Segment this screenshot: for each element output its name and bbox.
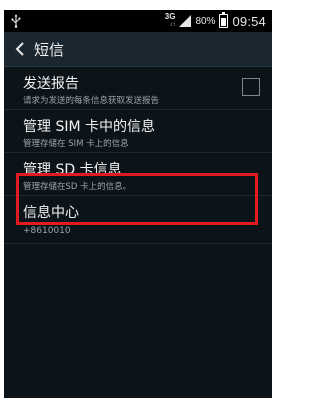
setting-subtitle: 管理存储在 SIM 卡上的信息: [23, 139, 129, 149]
setting-subtitle: 管理存储在SD 卡上的信息。: [23, 182, 132, 192]
status-bar: 3G ↓↑ 80% 09:54: [4, 10, 272, 32]
setting-subtitle: +8610010: [23, 226, 71, 236]
signal-icon: [179, 15, 192, 27]
battery-icon: [219, 12, 229, 28]
usb-icon: [11, 14, 21, 28]
chevron-left-icon: [15, 42, 24, 56]
settings-list: 发送报告 请求为发送的每条信息获取发送报告 管理 SIM 卡中的信息 管理存储在…: [4, 67, 272, 244]
setting-title: 发送报告: [23, 76, 79, 92]
setting-title: 管理 SIM 卡中的信息: [23, 119, 155, 135]
back-button[interactable]: [8, 32, 32, 66]
delivery-report-checkbox[interactable]: [242, 78, 260, 96]
setting-title: 管理 SD 卡信息: [23, 162, 122, 178]
setting-manage-sim-messages[interactable]: 管理 SIM 卡中的信息 管理存储在 SIM 卡上的信息: [4, 110, 272, 153]
setting-manage-sd-messages[interactable]: 管理 SD 卡信息 管理存储在SD 卡上的信息。: [4, 153, 272, 196]
battery-percent: 80%: [195, 15, 216, 27]
setting-message-center[interactable]: 信息中心 +8610010: [4, 196, 272, 244]
setting-delivery-report[interactable]: 发送报告 请求为发送的每条信息获取发送报告: [4, 67, 272, 110]
setting-title: 信息中心: [23, 205, 79, 221]
action-bar: 短信: [4, 32, 272, 67]
network-type: 3G: [164, 12, 176, 21]
screenshot-frame: 3G ↓↑ 80% 09:54 短信 发送报告 请求为发送的每条信息获取发送报告…: [0, 0, 278, 400]
network-activity-icon: ↓↑: [169, 22, 176, 28]
phone-screen: 3G ↓↑ 80% 09:54 短信 发送报告 请求为发送的每条信息获取发送报告…: [4, 10, 272, 398]
setting-subtitle: 请求为发送的每条信息获取发送报告: [23, 96, 160, 106]
battery-fill: [221, 18, 227, 26]
clock: 09:54: [232, 13, 266, 29]
page-title: 短信: [34, 40, 65, 59]
network-indicator: 3G ↓↑: [165, 13, 176, 29]
